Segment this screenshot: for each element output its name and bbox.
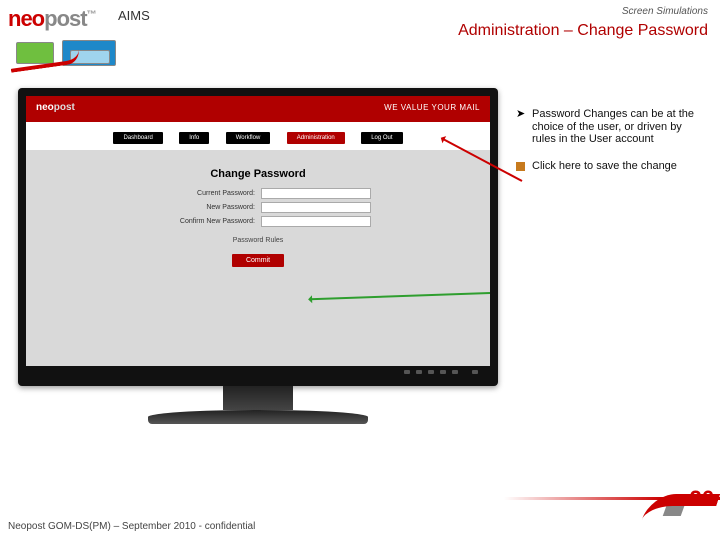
bullet-arrow-icon: ➤ (516, 108, 525, 120)
nav-admin[interactable]: Administration (287, 132, 345, 144)
nav-dashboard[interactable]: Dashboard (113, 132, 162, 144)
label-new-pw: New Password: (145, 204, 255, 211)
page-number: 26 (690, 486, 714, 512)
callout-1: Password Changes can be at the choice of… (532, 108, 706, 146)
bullet-square-icon (516, 162, 525, 171)
callout-2: Click here to save the change (532, 160, 677, 175)
label-current-pw: Current Password: (145, 190, 255, 197)
sim-tagline: WE VALUE YOUR MAIL (384, 103, 480, 112)
nav-workflow[interactable]: Workflow (226, 132, 271, 144)
monitor-buttons (26, 366, 490, 378)
sim-logo: neopost (36, 102, 75, 113)
slide-subhead: Screen Simulations (622, 6, 708, 17)
callout-list: ➤ Password Changes can be at the choice … (516, 108, 706, 189)
nav-info[interactable]: Info (179, 132, 209, 144)
slide-title: Administration – Change Password (458, 22, 708, 40)
footer-bar (0, 497, 720, 500)
password-rules: Password Rules (26, 237, 490, 244)
brand-logo: neopost™ (8, 6, 96, 32)
label-confirm-pw: Confirm New Password: (145, 218, 255, 225)
input-new-pw[interactable] (261, 202, 371, 213)
monitor: neopost WE VALUE YOUR MAIL Dashboard Inf… (18, 88, 498, 424)
form-title: Change Password (26, 168, 490, 180)
product-name: AIMS (118, 8, 150, 23)
commit-button[interactable]: Commit (232, 254, 284, 267)
power-led-icon (472, 370, 478, 374)
simulated-screen: neopost WE VALUE YOUR MAIL Dashboard Inf… (26, 96, 490, 366)
tm-icon: ™ (87, 10, 96, 21)
brand-a: neo (8, 6, 44, 31)
input-current-pw[interactable] (261, 188, 371, 199)
sim-nav: Dashboard Info Workflow Administration L… (26, 122, 490, 150)
input-confirm-pw[interactable] (261, 216, 371, 227)
nav-logout[interactable]: Log Out (361, 132, 402, 144)
brand-b: post (44, 6, 86, 31)
footer-text: Neopost GOM-DS(PM) – September 2010 - co… (8, 521, 255, 532)
process-diagram (10, 36, 130, 80)
